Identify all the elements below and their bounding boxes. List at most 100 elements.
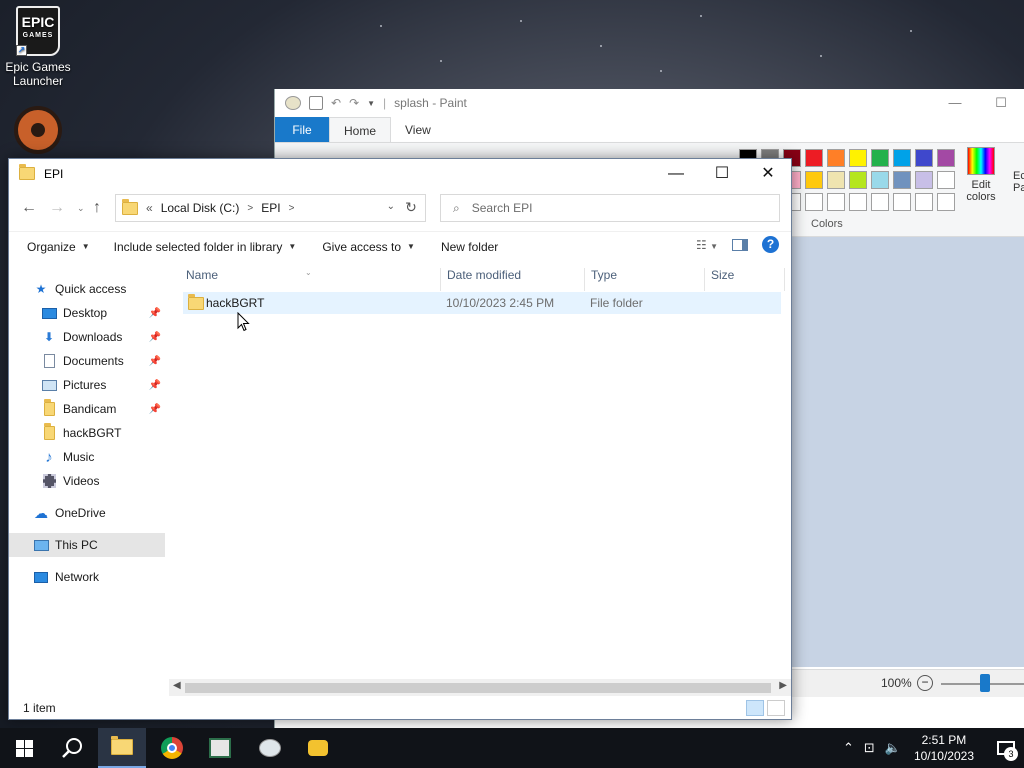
details-view-button[interactable] [746, 700, 764, 716]
scrollbar-thumb[interactable] [185, 683, 771, 693]
preview-pane-button[interactable] [732, 238, 748, 251]
column-name[interactable]: Name [186, 268, 218, 282]
chevron-right-icon[interactable]: > [289, 203, 295, 214]
maximize-button[interactable]: ☐ [699, 159, 745, 188]
paint-maximize-button[interactable]: ☐ [978, 89, 1024, 117]
pin-icon[interactable]: 📌 [149, 404, 161, 415]
color-swatch[interactable] [871, 193, 889, 211]
include-in-library-menu[interactable]: Include selected folder in library ▼ [114, 240, 297, 254]
explorer-titlebar[interactable]: EPI — ☐ ✕ [9, 159, 791, 188]
color-swatch[interactable] [827, 193, 845, 211]
address-overflow[interactable]: « [146, 201, 153, 215]
minimize-button[interactable]: — [653, 159, 699, 188]
color-swatch[interactable] [915, 193, 933, 211]
search-box[interactable]: ⌕ Search EPI [440, 194, 780, 222]
horizontal-scrollbar[interactable]: ◀ ▶ [169, 679, 791, 696]
give-access-menu[interactable]: Give access to ▼ [322, 240, 415, 254]
color-swatch[interactable] [805, 149, 823, 167]
taskbar-chat-app[interactable] [294, 728, 342, 768]
column-resize-handle[interactable] [704, 268, 705, 291]
recent-locations-button[interactable]: ⌄ [77, 203, 85, 214]
column-resize-handle[interactable] [784, 268, 785, 291]
column-date-modified[interactable]: Date modified [447, 268, 521, 282]
address-dropdown-icon[interactable]: ⌄ [387, 201, 395, 212]
color-swatch[interactable] [937, 193, 955, 211]
network-icon[interactable]: ⊡ [864, 740, 875, 756]
paint-minimize-button[interactable]: — [932, 89, 978, 117]
taskbar-file-explorer[interactable] [98, 728, 146, 768]
taskbar-app-window[interactable] [196, 728, 244, 768]
color-swatch[interactable] [915, 149, 933, 167]
column-resize-handle[interactable] [440, 268, 441, 291]
color-swatch[interactable] [893, 149, 911, 167]
save-icon[interactable] [309, 96, 323, 110]
search-input[interactable]: Search EPI [472, 201, 533, 215]
back-button[interactable]: ← [21, 199, 37, 217]
customize-quick-access-icon[interactable]: ▼ [367, 99, 375, 108]
color-swatch[interactable] [893, 193, 911, 211]
zoom-out-button[interactable]: − [917, 675, 933, 691]
nav-this-pc[interactable]: This PC [9, 533, 165, 557]
scroll-right-icon[interactable]: ▶ [779, 680, 787, 691]
breadcrumb-local-disk[interactable]: Local Disk (C:) [161, 201, 240, 215]
nav-item-desktop[interactable]: Desktop 📌 [9, 301, 165, 325]
nav-quick-access[interactable]: ★ Quick access [9, 277, 165, 301]
color-swatch[interactable] [827, 171, 845, 189]
color-swatch[interactable] [805, 193, 823, 211]
color-swatch[interactable] [893, 171, 911, 189]
table-row[interactable]: hackBGRT 10/10/2023 2:45 PM File folder [183, 292, 781, 314]
color-swatch[interactable] [849, 171, 867, 189]
column-resize-handle[interactable] [584, 268, 585, 291]
search-button[interactable] [48, 728, 96, 768]
nav-item-hackbgrt[interactable]: hackBGRT [9, 421, 165, 445]
edit-colors-button[interactable]: Edit colors [961, 147, 1001, 203]
file-explorer-window[interactable]: EPI — ☐ ✕ ← → ⌄ ↑ « Local Disk (C:) > EP… [8, 158, 792, 720]
column-size[interactable]: Size [711, 268, 734, 282]
color-swatch[interactable] [937, 171, 955, 189]
zoom-slider-thumb[interactable] [980, 674, 990, 692]
pin-icon[interactable]: 📌 [149, 380, 161, 391]
nav-network[interactable]: Network [9, 565, 165, 589]
nav-item-videos[interactable]: Videos [9, 469, 165, 493]
large-icons-view-button[interactable] [767, 700, 785, 716]
clock[interactable]: 2:51 PM 10/10/2023 [914, 732, 974, 764]
organize-menu[interactable]: Organize ▼ [27, 240, 90, 254]
taskbar-chrome[interactable] [148, 728, 196, 768]
color-swatch[interactable] [915, 171, 933, 189]
paint-tab-home[interactable]: Home [329, 117, 392, 142]
nav-item-downloads[interactable]: ⬇ Downloads 📌 [9, 325, 165, 349]
chevron-up-icon[interactable]: ⌃ [843, 740, 854, 756]
close-button[interactable]: ✕ [745, 159, 791, 188]
new-folder-button[interactable]: New folder [441, 240, 498, 254]
color-swatch[interactable] [827, 149, 845, 167]
nav-item-music[interactable]: ♪ Music [9, 445, 165, 469]
action-center-button[interactable]: 3 [988, 728, 1024, 768]
pin-icon[interactable]: 📌 [149, 308, 161, 319]
nav-item-bandicam[interactable]: Bandicam 📌 [9, 397, 165, 421]
volume-icon[interactable]: 🔈 [885, 740, 901, 756]
color-swatch[interactable] [937, 149, 955, 167]
refresh-button[interactable]: ↻ [399, 199, 423, 216]
breadcrumb-epi[interactable]: EPI [261, 201, 280, 215]
nav-item-pictures[interactable]: Pictures 📌 [9, 373, 165, 397]
start-button[interactable] [0, 728, 48, 768]
paint-tab-view[interactable]: View [391, 117, 445, 142]
epic-games-launcher-shortcut[interactable]: EPIC GAMES ↗ Epic Games Launcher [0, 6, 76, 88]
color-swatch[interactable] [849, 193, 867, 211]
column-type[interactable]: Type [591, 268, 617, 282]
undo-icon[interactable]: ↶ [331, 96, 341, 110]
pin-icon[interactable]: 📌 [149, 356, 161, 367]
tf2-shortcut-icon[interactable] [14, 106, 62, 154]
nav-onedrive[interactable]: ☁ OneDrive [9, 501, 165, 525]
paint-tab-file[interactable]: File [275, 117, 329, 142]
pin-icon[interactable]: 📌 [149, 332, 161, 343]
edit-with-paint3d-button[interactable]: Ec Pa [1013, 170, 1024, 194]
color-swatch[interactable] [805, 171, 823, 189]
forward-button[interactable]: → [49, 199, 65, 217]
address-bar[interactable]: « Local Disk (C:) > EPI > ⌄ [115, 194, 426, 222]
change-view-button[interactable]: ☷ ▼ [696, 238, 718, 252]
color-swatch[interactable] [849, 149, 867, 167]
up-button[interactable]: ↑ [93, 199, 101, 217]
help-button[interactable]: ? [762, 236, 779, 253]
chevron-right-icon[interactable]: > [247, 203, 253, 214]
